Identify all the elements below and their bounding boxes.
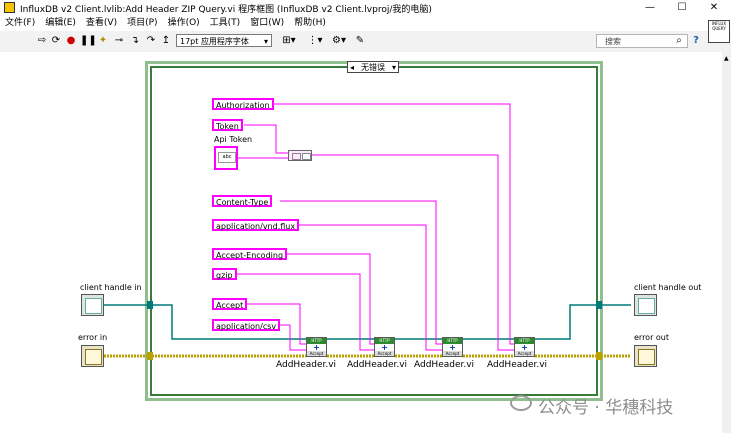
- string-constant-content-type[interactable]: Content-Type: [212, 195, 273, 207]
- case-selector[interactable]: ◂ 无错误 ▾: [347, 61, 399, 73]
- string-constant-accept-encoding[interactable]: Accept-Encoding: [212, 248, 288, 260]
- api-token-control[interactable]: abc: [214, 146, 238, 170]
- addheader-subvi-4[interactable]: HTTP + Accept: [514, 337, 535, 357]
- subvi-label: AddHeader.vi: [414, 360, 475, 370]
- concat-icon: [292, 153, 301, 160]
- subvi-label: AddHeader.vi: [276, 360, 337, 370]
- api-token-label: Api Token: [214, 135, 253, 144]
- client-handle-in-terminal[interactable]: [81, 294, 104, 316]
- http-refnum-icon: [85, 298, 102, 314]
- concat-output-icon: [302, 153, 311, 160]
- client-handle-in-label: client handle in: [80, 283, 142, 292]
- client-handle-out-terminal[interactable]: [634, 294, 657, 316]
- concatenate-strings-node[interactable]: [288, 150, 312, 161]
- decrement-icon[interactable]: ◂: [350, 62, 354, 73]
- tunnel-out-refnum: [596, 301, 602, 309]
- http-refnum-icon: [638, 298, 655, 314]
- subvi-label: AddHeader.vi: [347, 360, 408, 370]
- tunnel-out-error: [596, 352, 602, 360]
- case-selector-label: 无错误: [361, 63, 385, 72]
- error-cluster-icon: [85, 349, 102, 365]
- error-in-label: error in: [78, 333, 108, 342]
- refnum-wire[interactable]: [104, 304, 631, 340]
- client-handle-out-label: client handle out: [634, 283, 702, 292]
- error-out-label: error out: [634, 333, 670, 342]
- error-in-terminal[interactable]: [81, 345, 104, 367]
- tunnel-in-error: [147, 352, 153, 360]
- chevron-down-icon[interactable]: ▾: [392, 62, 396, 73]
- watermark: 公众号 · 华穗科技: [538, 398, 674, 418]
- string-constant-token[interactable]: Token: [212, 119, 243, 131]
- string-constant-gzip[interactable]: gzip: [212, 268, 237, 280]
- wechat-logo-icon: [510, 395, 532, 411]
- string-control-icon: abc: [218, 152, 236, 163]
- error-cluster-icon: [638, 349, 655, 365]
- string-constant-flux[interactable]: application/vnd.flux: [212, 219, 300, 231]
- addheader-subvi-1[interactable]: HTTP + Accept: [306, 337, 327, 357]
- error-out-terminal[interactable]: [634, 345, 657, 367]
- addheader-subvi-2[interactable]: HTTP + Accept: [374, 337, 395, 357]
- tunnel-in-refnum: [147, 301, 153, 309]
- string-constant-csv[interactable]: application/csv: [212, 319, 281, 331]
- string-constant-accept[interactable]: Accept: [212, 298, 248, 310]
- subvi-label: AddHeader.vi: [487, 360, 548, 370]
- string-constant-authorization[interactable]: Authorization: [212, 98, 274, 110]
- addheader-subvi-3[interactable]: HTTP + Accept: [442, 337, 463, 357]
